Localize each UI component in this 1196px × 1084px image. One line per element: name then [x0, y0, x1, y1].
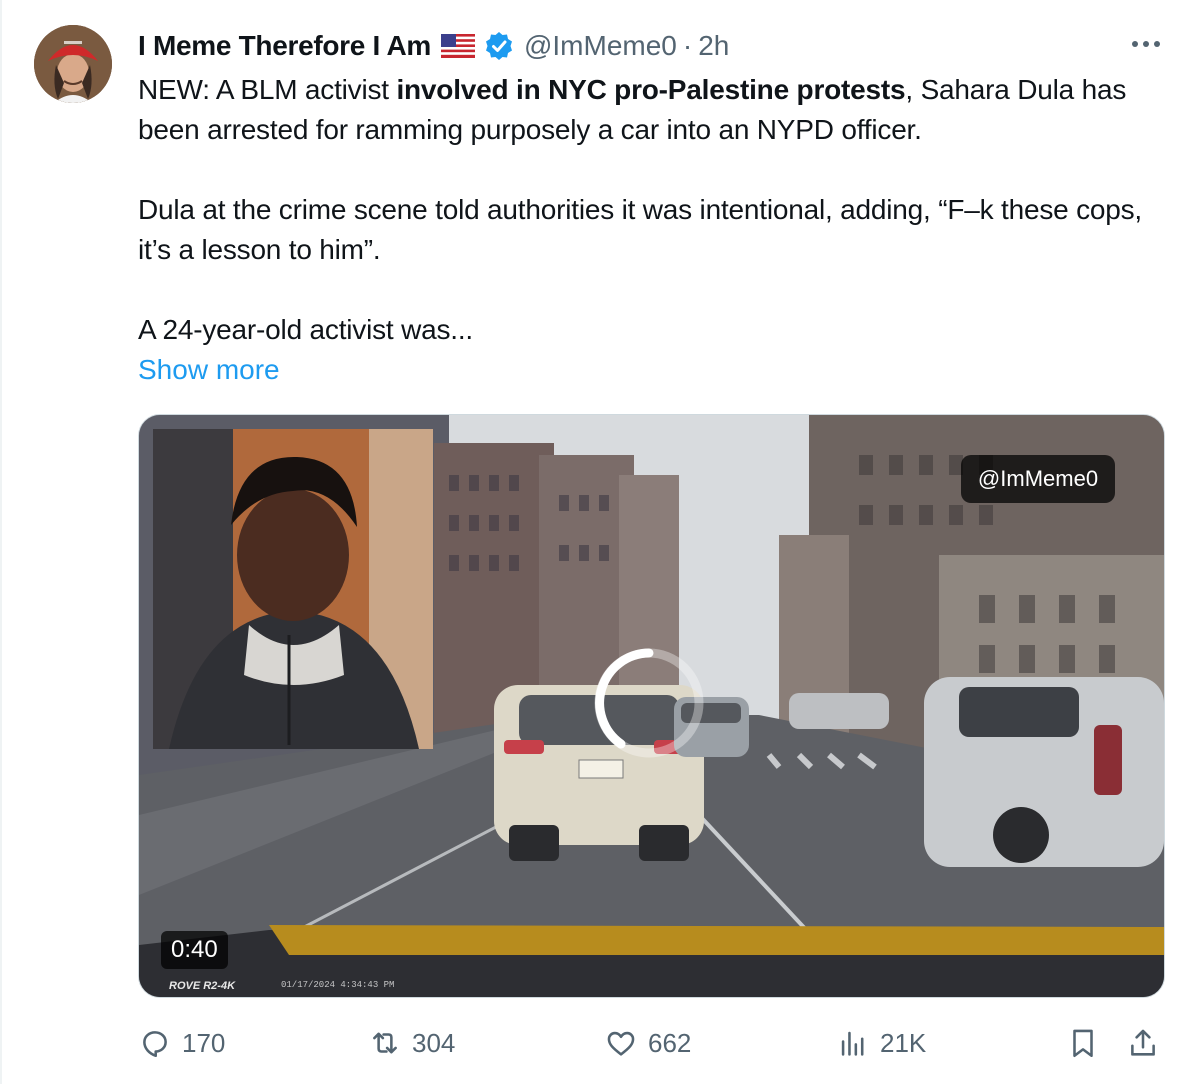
- tweet-header: I Meme Therefore I Am @ImMeme0 · 2h: [138, 26, 729, 66]
- tweet-timestamp[interactable]: 2h: [698, 30, 729, 62]
- repost-button[interactable]: 304: [368, 1020, 455, 1066]
- reply-button[interactable]: 170: [138, 1020, 225, 1066]
- text-bold: involved in NYC pro-Palestine protests: [396, 74, 906, 105]
- tweet-paragraph-1: NEW: A BLM activist involved in NYC pro-…: [138, 70, 1173, 150]
- author-handle[interactable]: @ImMeme0: [524, 30, 677, 62]
- heart-icon: [607, 1031, 635, 1056]
- like-count: 662: [648, 1027, 692, 1058]
- dashcam-timestamp: 01/17/2024 4:34:43 PM: [281, 980, 394, 990]
- share-button[interactable]: [1126, 1020, 1170, 1066]
- tweet-paragraph-2: Dula at the crime scene told authorities…: [138, 194, 1142, 265]
- bookmark-button[interactable]: [1066, 1020, 1110, 1066]
- author-avatar[interactable]: [34, 25, 112, 103]
- reply-icon: [143, 1031, 167, 1058]
- bookmark-icon: [1073, 1029, 1093, 1058]
- tweet-paragraph-3: A 24-year-old activist was...: [138, 314, 473, 345]
- separator-dot: ·: [682, 30, 693, 61]
- us-flag-icon: [440, 34, 475, 58]
- analytics-icon: [841, 1031, 864, 1056]
- show-more-link[interactable]: Show more: [138, 350, 280, 390]
- verified-badge-icon[interactable]: [484, 31, 514, 61]
- view-count: 21K: [880, 1027, 927, 1058]
- video-player[interactable]: ROVE R2-4K 01/17/2024 4:34:43 PM @ImMeme…: [138, 414, 1165, 998]
- tweet-actions: 170 304 662 21K: [138, 1020, 1168, 1066]
- repost-icon: [373, 1032, 397, 1054]
- share-icon: [1131, 1029, 1155, 1056]
- text-prefix: NEW: A BLM activist: [138, 74, 397, 105]
- dashcam-brand: ROVE R2-4K: [169, 980, 236, 992]
- views-button[interactable]: 21K: [836, 1020, 926, 1066]
- tweet-text: NEW: A BLM activist involved in NYC pro-…: [138, 70, 1173, 350]
- inset-photo: [153, 429, 433, 749]
- like-button[interactable]: 662: [604, 1020, 691, 1066]
- reply-count: 170: [182, 1027, 226, 1058]
- loading-spinner-icon: [594, 648, 704, 758]
- video-duration: 0:40: [161, 931, 228, 969]
- repost-count: 304: [412, 1027, 456, 1058]
- author-name[interactable]: I Meme Therefore I Am: [138, 30, 431, 62]
- timeline-left-border: [0, 0, 2, 1084]
- more-options-icon[interactable]: [1128, 32, 1164, 56]
- video-watermark: @ImMeme0: [961, 455, 1115, 503]
